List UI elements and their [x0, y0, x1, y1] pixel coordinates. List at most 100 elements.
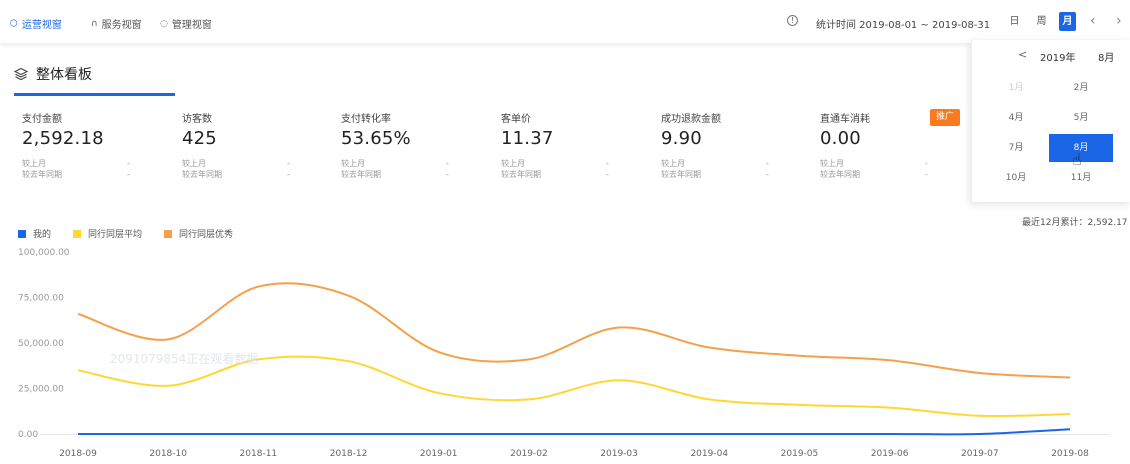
chart-legend: 我的 同行同层平均 同行同层优秀: [18, 227, 255, 240]
x-tick-label: 2019-01: [420, 449, 458, 459]
metric-compare-year: 较去年同期 -: [22, 169, 172, 180]
metric-compare-month: 较上月 -: [820, 158, 970, 169]
board-header: 整体看板: [14, 64, 92, 84]
x-tick-label: 2018-10: [149, 449, 187, 459]
tab-service-view[interactable]: ∩ 服务视窗: [91, 16, 142, 32]
chevron-right-icon[interactable]: ›: [1116, 12, 1122, 31]
metric-compare-month: 较上月 -: [661, 158, 811, 169]
legend-swatch: [18, 229, 26, 238]
compare-value: -: [606, 170, 609, 179]
compare-value: -: [766, 170, 769, 179]
metric-conversion-rate[interactable]: 支付转化率 53.65% 较上月 - 较去年同期 -: [341, 110, 491, 180]
layers-icon: [14, 67, 28, 81]
y-tick-label: 0.00: [18, 430, 38, 440]
compare-label: 较上月: [820, 159, 844, 168]
series-line-mine[interactable]: [77, 428, 1071, 436]
metric-compare-year: 较去年同期 -: [182, 169, 332, 180]
compare-label: 较上月: [22, 159, 46, 168]
board-title: 整体看板: [36, 67, 92, 83]
compare-value: -: [766, 159, 769, 168]
period-week-button[interactable]: 周: [1033, 12, 1050, 31]
compare-label: 较上月: [661, 159, 685, 168]
x-tick-label: 2018-11: [240, 449, 278, 459]
picker-month[interactable]: 8月: [1098, 49, 1114, 64]
metric-value: 9.90: [661, 128, 702, 149]
metric-compare-year: 较去年同期 -: [501, 169, 651, 180]
metric-label: 支付金额: [22, 114, 62, 125]
metric-label: 支付转化率: [341, 114, 391, 125]
bulb-icon: ◌: [160, 18, 168, 29]
legend-item-mine[interactable]: 我的: [18, 227, 51, 240]
tab-management-view[interactable]: ◌ 管理视窗: [160, 16, 212, 32]
legend-swatch: [164, 229, 173, 238]
stat-time-range: 统计时间 2019-08-01 ~ 2019-08-31: [816, 20, 991, 31]
headset-icon: ∩: [91, 18, 98, 29]
month-cell[interactable]: 10月: [984, 164, 1048, 192]
hand-cursor-icon: ☝: [1072, 150, 1082, 169]
compare-label: 较去年同期: [341, 170, 381, 179]
metric-compare-year: 较去年同期 -: [661, 169, 811, 180]
compare-value: -: [127, 170, 130, 179]
month-cell[interactable]: 2月: [1049, 74, 1113, 102]
legend-label: 我的: [33, 230, 52, 240]
metric-value: 53.65%: [341, 128, 411, 149]
metric-compare-year: 较去年同期 -: [820, 169, 970, 180]
period-day-button[interactable]: 日: [1006, 12, 1023, 31]
metric-compare-year: 较去年同期 -: [341, 169, 491, 180]
metric-compare-month: 较上月 -: [341, 158, 491, 169]
metric-visitors[interactable]: 访客数 425 较上月 - 较去年同期 -: [182, 110, 332, 180]
shield-icon: ⬡: [10, 18, 18, 29]
metric-value: 11.37: [501, 128, 554, 149]
x-tick-label: 2019-07: [961, 449, 999, 459]
legend-label: 同行同层平均: [88, 230, 143, 240]
legend-item-peer-average[interactable]: 同行同层平均: [73, 227, 142, 240]
y-tick-label: 100,000.00: [18, 248, 70, 258]
legend-swatch: [73, 229, 82, 238]
y-tick-label: 25,000.00: [18, 385, 64, 395]
tab-label: 运营视窗: [21, 20, 62, 31]
legend-label: 同行同层优秀: [179, 230, 234, 240]
metric-refund-amount[interactable]: 成功退款金额 9.90 较上月 - 较去年同期 -: [661, 110, 811, 180]
compare-label: 较上月: [501, 159, 525, 168]
x-tick-label: 2018-12: [330, 449, 368, 459]
metric-label: 客单价: [501, 114, 531, 125]
x-tick-label: 2019-08: [1051, 449, 1089, 459]
compare-value: -: [446, 170, 449, 179]
period-month-button[interactable]: 月: [1059, 12, 1076, 31]
compare-value: -: [606, 159, 609, 168]
month-cell[interactable]: 5月: [1049, 104, 1113, 132]
picker-year[interactable]: 2019年: [1040, 49, 1075, 64]
metric-payment-amount[interactable]: 支付金额 2,592.18 较上月 - 较去年同期 -: [22, 110, 172, 180]
compare-label: 较去年同期: [22, 170, 62, 179]
compare-value: -: [925, 170, 928, 179]
chevron-left-icon[interactable]: <: [1018, 48, 1027, 61]
tab-operations-view[interactable]: ⬡ 运营视窗: [10, 16, 62, 32]
metric-label: 访客数: [182, 114, 212, 125]
month-cell[interactable]: 7月: [984, 134, 1048, 162]
y-tick-label: 50,000.00: [18, 339, 64, 349]
metric-value: 2,592.18: [22, 128, 104, 149]
metric-label: 成功退款金额: [661, 114, 721, 125]
x-tick-label: 2019-05: [781, 449, 819, 459]
month-picker-dropdown: < 2019年 8月 1月 2月 4月 5月 7月 8月 10月 11月: [971, 40, 1130, 202]
month-cell[interactable]: 4月: [984, 104, 1048, 132]
metric-compare-month: 较上月 -: [22, 158, 172, 169]
metric-compare-month: 较上月 -: [501, 158, 651, 169]
compare-label: 较去年同期: [661, 170, 701, 179]
compare-value: -: [446, 159, 449, 168]
promote-badge[interactable]: 推广: [930, 109, 961, 126]
compare-label: 较去年同期: [182, 170, 222, 179]
chevron-left-icon[interactable]: ‹: [1090, 12, 1096, 31]
viewer-watermark: 2091079854正在观看数据: [110, 352, 259, 366]
board-title-underline: [14, 93, 175, 96]
month-cell: 1月: [1008, 83, 1024, 93]
metric-avg-order-value[interactable]: 客单价 11.37 较上月 - 较去年同期 -: [501, 110, 651, 180]
x-tick-label: 2018-09: [59, 449, 97, 459]
compare-label: 较去年同期: [820, 170, 860, 179]
y-tick-label: 75,000.00: [18, 294, 64, 304]
x-tick-label: 2019-03: [600, 449, 638, 459]
info-icon[interactable]: !: [787, 15, 798, 26]
legend-item-peer-excellent[interactable]: 同行同层优秀: [164, 227, 233, 240]
x-tick-label: 2019-06: [871, 449, 909, 459]
metric-compare-month: 较上月 -: [182, 158, 332, 169]
